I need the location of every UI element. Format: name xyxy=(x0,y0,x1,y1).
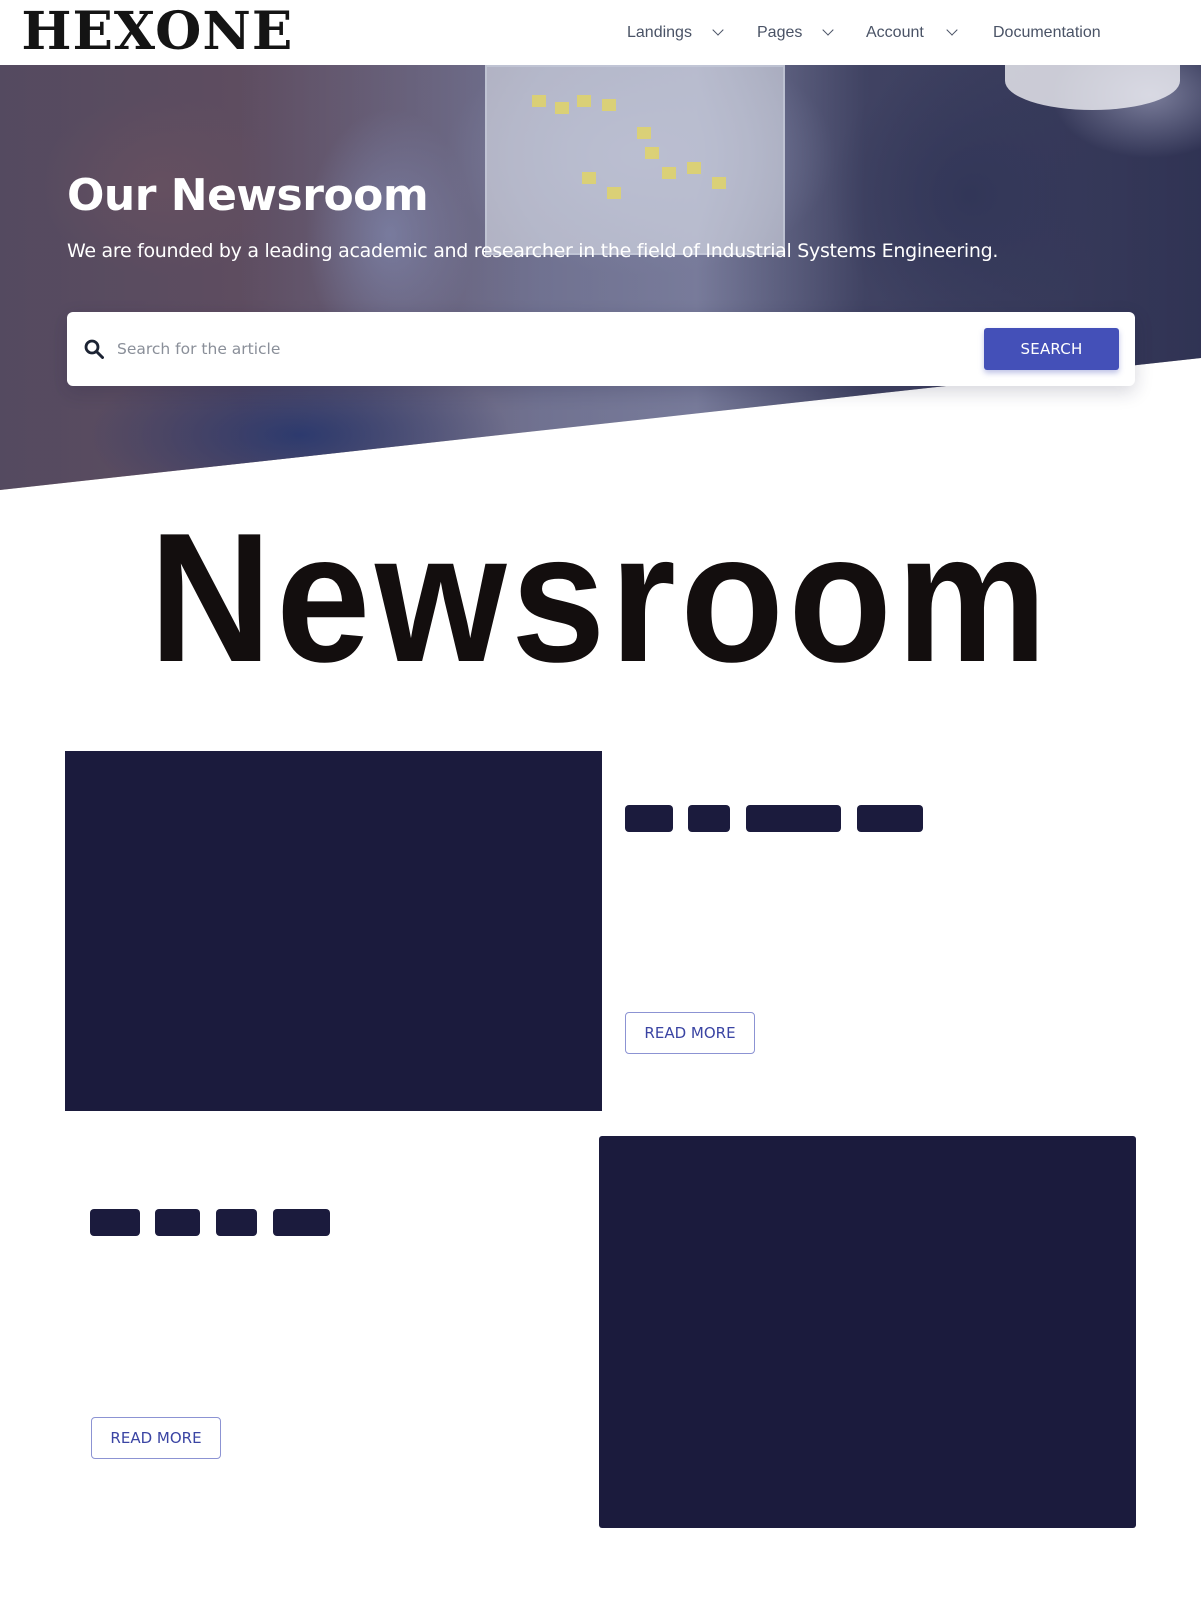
hero-title: Our Newsroom xyxy=(67,170,429,221)
article-tag-placeholder xyxy=(155,1209,200,1236)
article-image-placeholder[interactable] xyxy=(599,1136,1136,1528)
article-tag-placeholder xyxy=(625,805,673,832)
nav-item-landings[interactable]: Landings xyxy=(627,0,724,65)
section-heading: Newsroom xyxy=(149,494,1052,700)
read-more-button[interactable]: READ MORE xyxy=(625,1012,755,1054)
navbar: HEXONE Landings Pages Account Documentat… xyxy=(0,0,1201,65)
chevron-down-icon xyxy=(822,24,835,36)
chevron-down-icon xyxy=(946,24,958,36)
read-more-button[interactable]: READ MORE xyxy=(91,1417,221,1459)
nav-item-account[interactable]: Account xyxy=(866,0,958,65)
search-input[interactable] xyxy=(117,330,977,368)
lamp-graphic xyxy=(1005,65,1180,110)
article-image-placeholder[interactable] xyxy=(65,751,602,1111)
search-button[interactable]: SEARCH xyxy=(984,328,1119,370)
logo[interactable]: HEXONE xyxy=(21,6,293,58)
nav-item-label: Pages xyxy=(757,23,803,41)
nav-item-label: Landings xyxy=(627,23,692,41)
search-bar: SEARCH xyxy=(67,312,1135,386)
article-tag-placeholder xyxy=(273,1209,330,1236)
article-tag-placeholder xyxy=(90,1209,140,1236)
hero-background-image xyxy=(0,65,1201,490)
article-tag-placeholder xyxy=(216,1209,257,1236)
nav-item-label: Documentation xyxy=(993,23,1101,41)
nav-item-label: Account xyxy=(866,23,924,41)
hero-banner: Our Newsroom We are founded by a leading… xyxy=(0,65,1201,490)
search-icon xyxy=(84,339,104,359)
article-tag-placeholder xyxy=(746,805,841,832)
hero-subtitle: We are founded by a leading academic and… xyxy=(67,240,999,262)
nav-item-documentation[interactable]: Documentation xyxy=(993,0,1101,65)
nav-item-pages[interactable]: Pages xyxy=(757,0,835,65)
article-tag-placeholder xyxy=(688,805,730,832)
chevron-down-icon xyxy=(712,24,724,36)
whiteboard-graphic xyxy=(485,65,785,255)
article-tag-placeholder xyxy=(857,805,923,832)
